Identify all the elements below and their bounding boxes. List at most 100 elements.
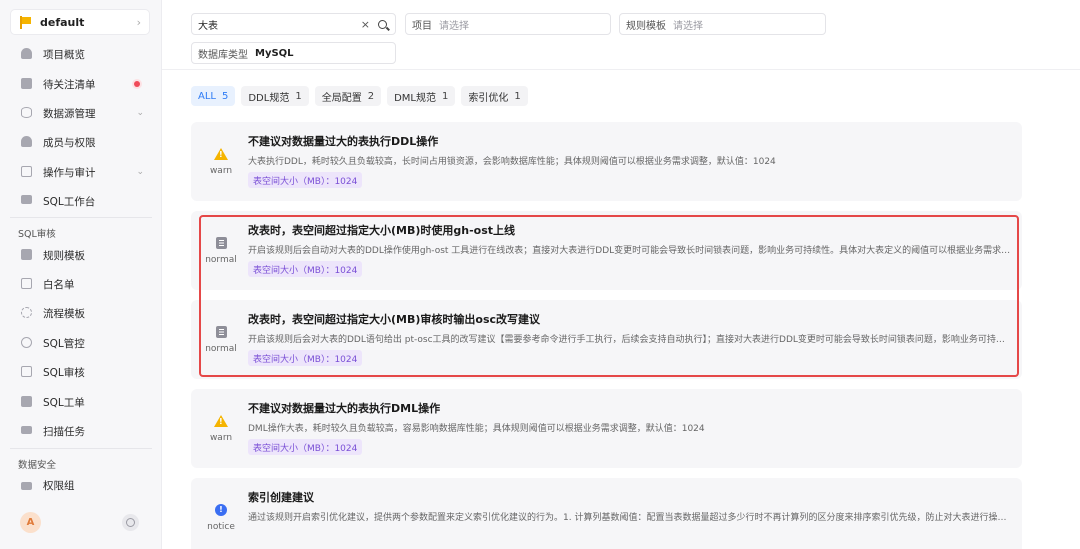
template-icon [20,249,32,261]
sidebar-item-workflow[interactable]: 流程模板 [10,301,150,325]
rule-title: 不建议对数据量过大的表执行DML操作 [248,402,441,415]
tab-count: 1 [442,90,449,102]
rule-title: 不建议对数据量过大的表执行DDL操作 [248,135,439,148]
sidebar-item-label: SQL工作台 [43,195,96,208]
sidebar-item-label: 成员与权限 [43,136,96,149]
workflow-icon [20,307,32,319]
sidebar-item-rule-template[interactable]: 规则模板 [10,243,150,267]
rule-title: 改表时，表空间超过指定大小(MB)时使用gh-ost上线 [248,224,516,237]
template-placeholder: 请选择 [673,20,703,32]
database-icon [20,107,32,119]
rule-description: 开启该规则后会自动对大表的DDL操作使用gh-ost 工具进行在线改表；直接对大… [248,246,1013,256]
tab-count: 1 [514,90,521,102]
rule-param-tag: 表空间大小（MB）：1024 [248,261,363,277]
sidebar-item-sql-ticket[interactable]: SQL工单 [10,390,150,414]
document-icon [215,325,227,338]
warning-icon [214,147,228,160]
project-selector[interactable]: default › [10,9,150,35]
rule-title: 改表时，表空间超过指定大小(MB)审核时输出osc改写建议 [248,313,541,326]
lock-icon [20,479,32,491]
tab-index-optimization[interactable]: 索引优化 1 [461,86,528,106]
search-value: 大表 [198,20,218,32]
tab-ddl[interactable]: DDL规范 1 [241,86,309,106]
search-icon[interactable] [378,19,387,29]
sidebar-item-label: 白名单 [43,278,75,291]
rule-level: normal [191,300,251,379]
info-icon: ! [215,503,227,516]
rule-param-tag: 表空间大小（MB）：1024 [248,439,363,455]
section-sql-audit: SQL审核 [18,229,56,240]
sidebar: default › 项目概览 待关注清单 数据源管理 ⌄ 成员与权限 操作与审计… [0,0,162,549]
project-label: 项目 [412,20,432,32]
rule-template-select[interactable]: 规则模板 请选择 [619,13,826,35]
sidebar-item-overview[interactable]: 项目概览 [10,42,150,66]
rule-description: 通过该规则开启索引优化建议，提供两个参数配置来定义索引优化建议的行为。1. 计算… [248,513,1013,523]
sidebar-item-label: SQL审核 [43,366,85,379]
sidebar-item-audit[interactable]: 操作与审计 ⌄ [10,160,150,184]
flag-icon [19,15,32,29]
control-icon [20,337,32,349]
sidebar-item-label: 扫描任务 [43,425,85,438]
dbtype-label: 数据库类型 [198,49,248,61]
tab-count: 2 [367,90,375,102]
rule-param-tag: 表空间大小（MB）：1024 [248,172,363,188]
tab-count: 5 [221,90,229,102]
chevron-down-icon: ⌄ [136,167,144,177]
chevron-down-icon: ⌄ [136,108,144,118]
rule-level: warn [191,389,251,468]
tab-label: DML规范 [394,92,436,104]
gear-icon[interactable] [122,514,139,531]
sidebar-item-label: 流程模板 [43,307,85,320]
db-type-select[interactable]: 数据库类型 MySQL [191,42,396,64]
search-input[interactable]: 大表 × [191,13,396,35]
warning-icon [214,414,228,427]
audit-doc-icon [20,366,32,378]
category-tabs: ALL 5 DDL规范 1 全局配置 2 DML规范 1 索引优化 1 [191,86,528,106]
sidebar-item-sql-workbench[interactable]: SQL工作台 [10,189,150,213]
rule-level: warn [191,122,251,201]
tab-label: 全局配置 [321,92,362,104]
close-icon[interactable]: × [361,18,370,31]
rule-card[interactable]: normal 改表时，表空间超过指定大小(MB)审核时输出osc改写建议 开启该… [191,300,1022,379]
scan-icon [20,425,32,437]
dbtype-value: MySQL [255,47,294,59]
tab-global-config[interactable]: 全局配置 2 [314,86,382,106]
rule-level-text: normal [205,343,237,354]
whitelist-icon [20,278,32,290]
rule-level-text: notice [207,521,235,532]
sidebar-item-sql-control[interactable]: SQL管控 [10,331,150,355]
avatar[interactable]: A [20,512,41,533]
sidebar-item-watchlist[interactable]: 待关注清单 [10,72,150,96]
tab-all[interactable]: ALL 5 [191,86,236,106]
rule-level-text: warn [209,165,233,176]
sidebar-item-whitelist[interactable]: 白名单 [10,272,150,296]
project-select[interactable]: 项目 请选择 [405,13,611,35]
sidebar-item-scan-task[interactable]: 扫描任务 [10,419,150,443]
rule-level: normal [191,211,251,290]
rule-card[interactable]: ! notice 索引创建建议 通过该规则开启索引优化建议，提供两个参数配置来定… [191,478,1022,549]
layers-icon [20,48,32,60]
audit-icon [20,166,32,178]
sidebar-item-members[interactable]: 成员与权限 [10,130,150,154]
rule-card[interactable]: warn 不建议对数据量过大的表执行DDL操作 大表执行DDL，耗时较久且负载较… [191,122,1022,201]
sidebar-item-label: 规则模板 [43,249,85,262]
project-name: default [40,15,85,29]
divider [10,448,152,449]
template-label: 规则模板 [626,20,666,32]
rule-card[interactable]: warn 不建议对数据量过大的表执行DML操作 DML操作大表，耗时较久且负载较… [191,389,1022,468]
sidebar-item-permission-group[interactable]: 权限组 [10,473,150,497]
sidebar-item-label: 权限组 [43,479,75,492]
rule-title: 索引创建建议 [248,491,314,504]
sidebar-item-sql-audit[interactable]: SQL审核 [10,360,150,384]
project-placeholder: 请选择 [439,20,469,32]
rule-card[interactable]: normal 改表时，表空间超过指定大小(MB)时使用gh-ost上线 开启该规… [191,211,1022,290]
sidebar-item-datasource[interactable]: 数据源管理 ⌄ [10,101,150,125]
rule-description: 大表执行DDL，耗时较久且负载较高，长时间占用锁资源，会影响数据库性能；具体规则… [248,157,776,167]
tab-label: DDL规范 [248,92,290,104]
sidebar-item-label: 待关注清单 [43,78,96,91]
divider [10,217,152,218]
ticket-icon [20,396,32,408]
users-icon [20,136,32,148]
rule-param-tag: 表空间大小（MB）：1024 [248,350,363,366]
tab-dml[interactable]: DML规范 1 [387,86,456,106]
